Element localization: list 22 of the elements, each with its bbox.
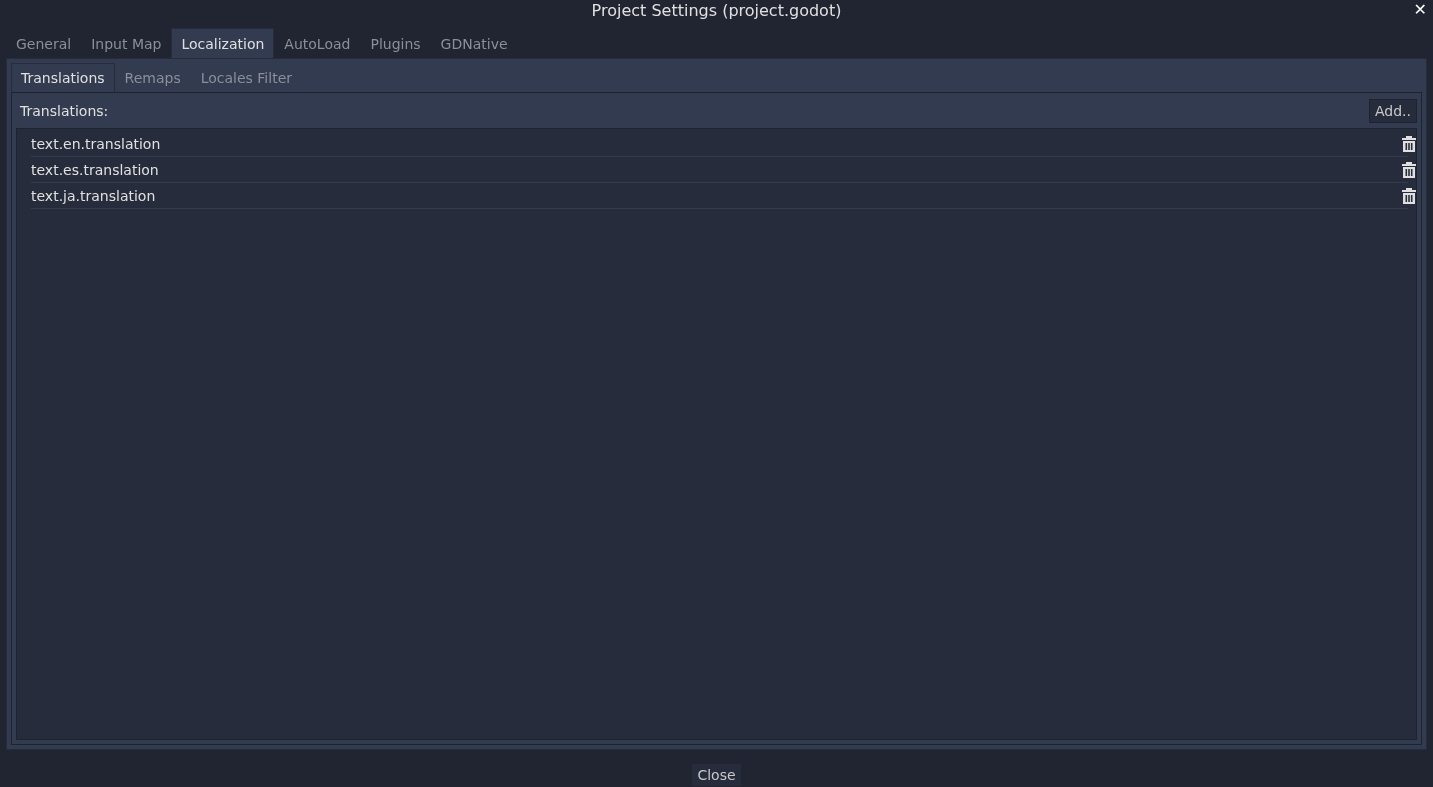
translation-item[interactable]: text.es.translation xyxy=(31,161,159,178)
add-button[interactable]: Add.. xyxy=(1369,99,1417,123)
translation-item[interactable]: text.en.translation xyxy=(31,135,161,152)
close-button[interactable]: Close xyxy=(692,764,741,786)
translation-item[interactable]: text.ja.translation xyxy=(31,187,156,204)
close-button[interactable]: ✕ xyxy=(1409,0,1431,21)
tab[interactable]: GDNative xyxy=(430,28,518,58)
window-title: Project Settings (project.godot) xyxy=(591,0,842,20)
delete-button[interactable] xyxy=(1402,135,1416,152)
tab[interactable]: Localization xyxy=(171,28,275,58)
tab[interactable]: Locales Filter xyxy=(190,63,302,92)
trash-icon xyxy=(1402,187,1416,204)
delete-button[interactable] xyxy=(1402,187,1416,204)
trash-icon xyxy=(1402,161,1416,178)
tab[interactable]: Input Map xyxy=(81,28,172,58)
delete-button[interactable] xyxy=(1402,161,1416,178)
tab[interactable]: Translations xyxy=(11,63,115,92)
tab[interactable]: General xyxy=(6,28,82,58)
trash-icon xyxy=(1402,135,1416,152)
tab[interactable]: Plugins xyxy=(360,28,431,58)
section-label: Translations: xyxy=(19,103,109,119)
tab[interactable]: AutoLoad xyxy=(274,28,361,58)
